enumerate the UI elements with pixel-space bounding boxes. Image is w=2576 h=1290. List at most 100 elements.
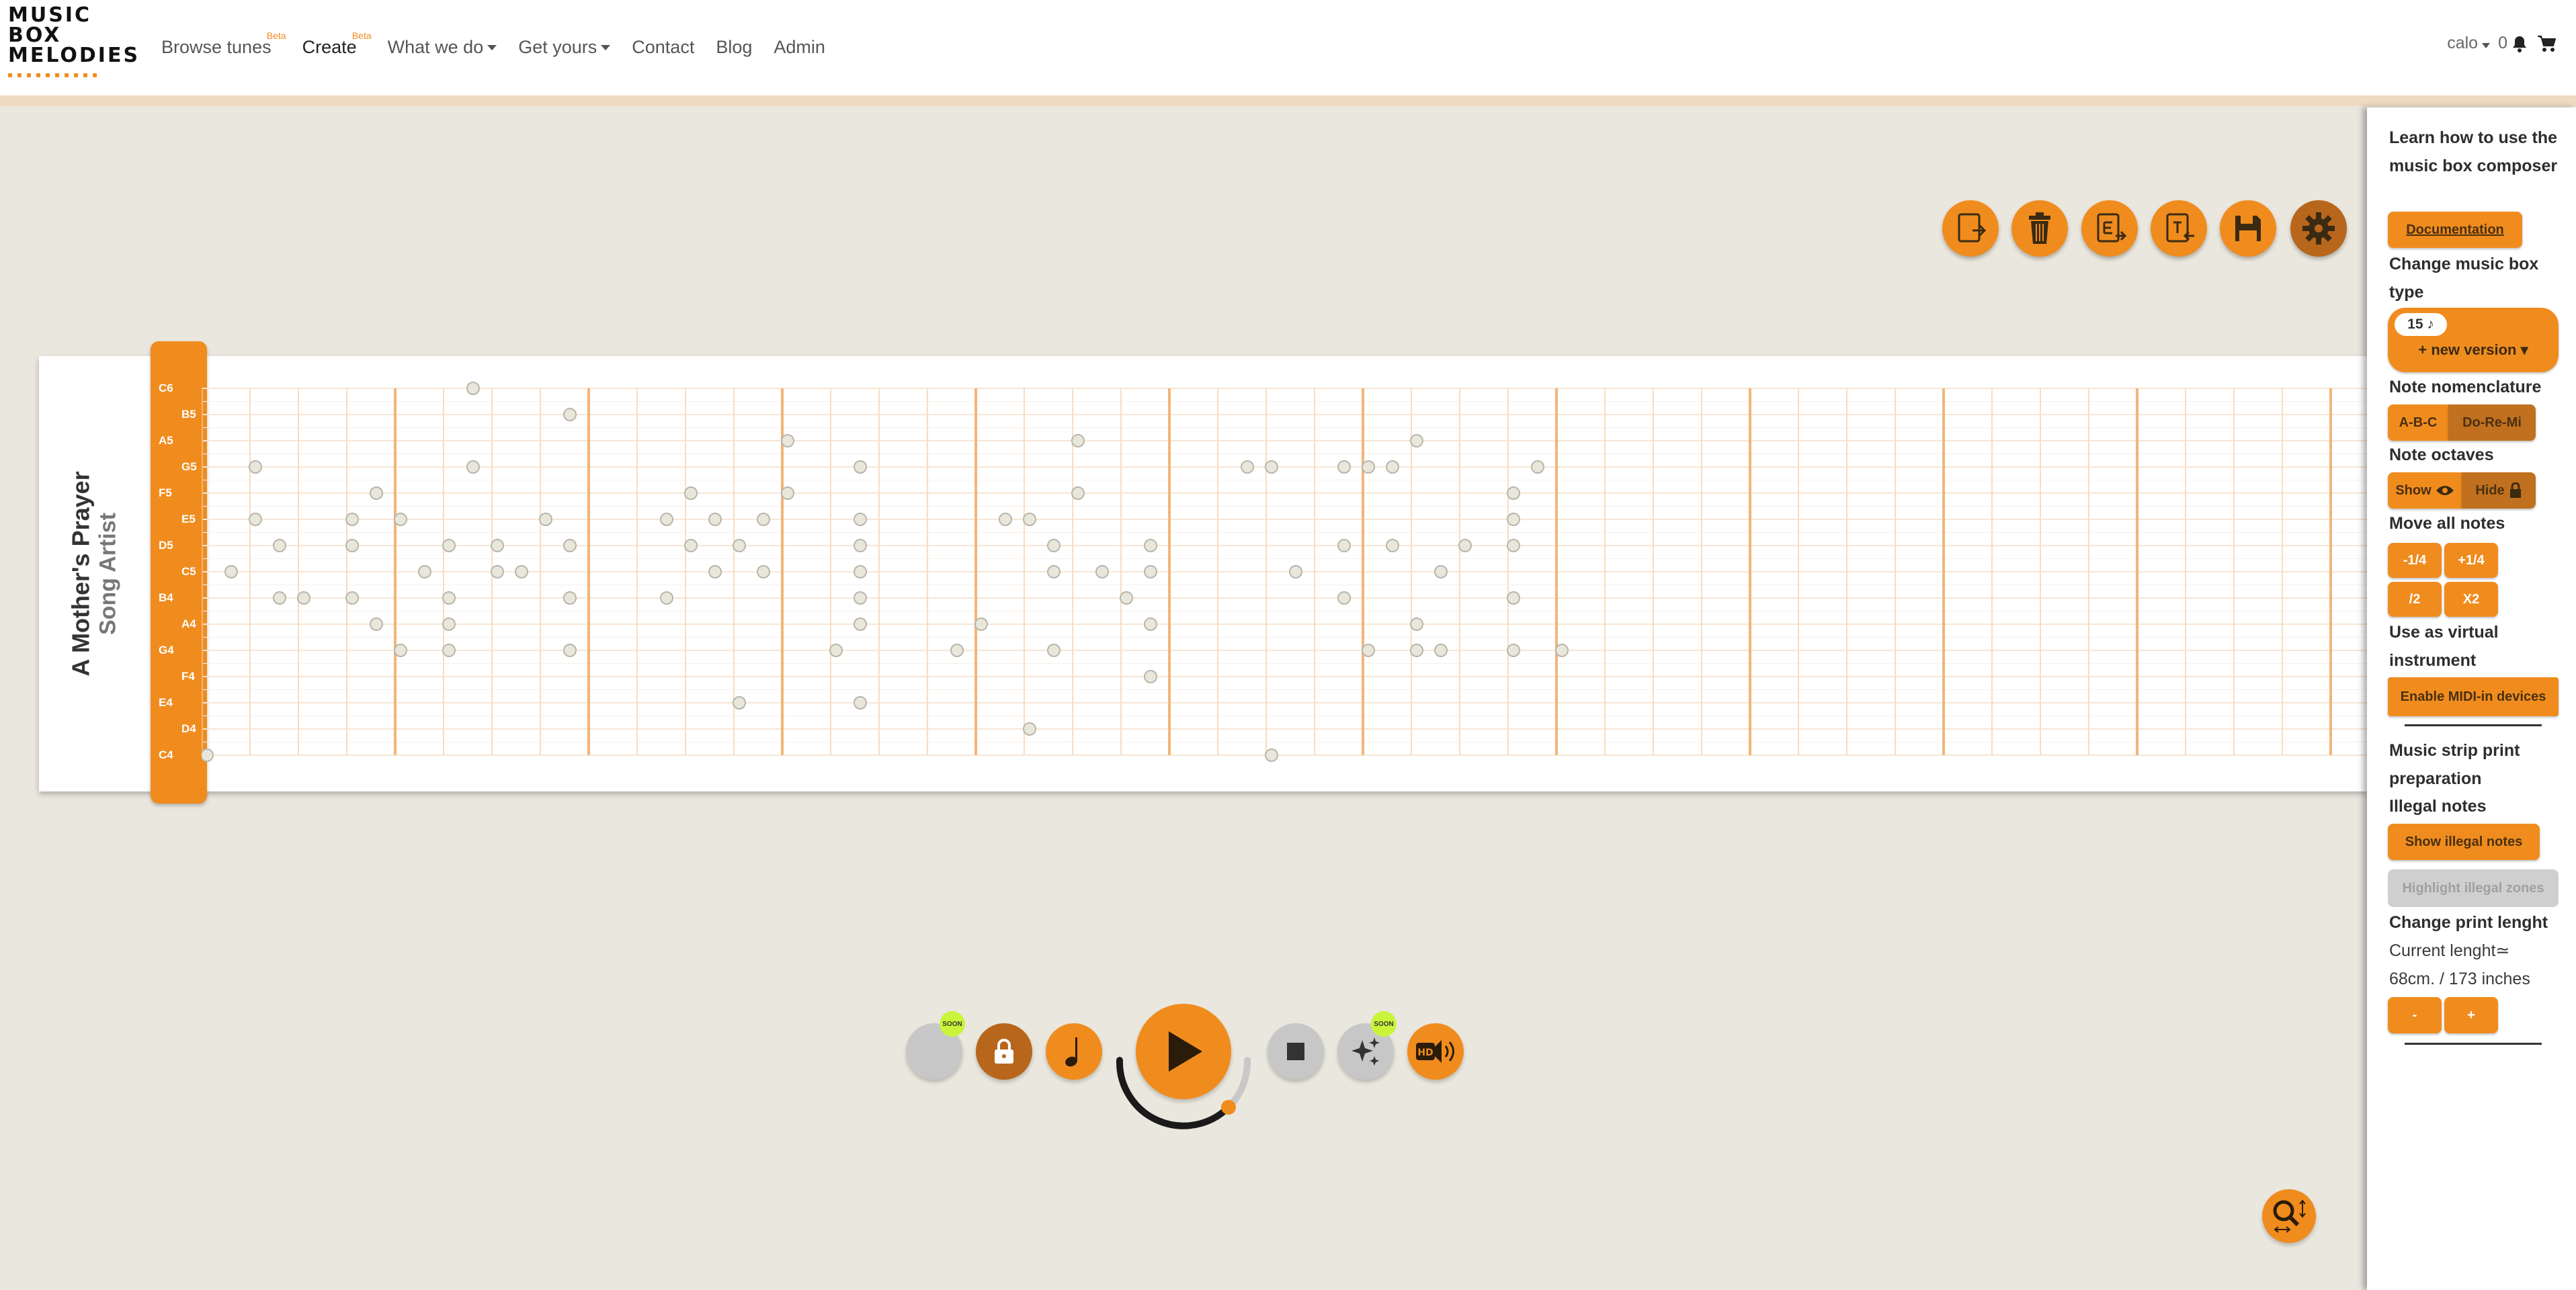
new-version-label[interactable]: + new version ▾ [2388,341,2559,359]
highlight-illegal-zones-button[interactable]: Highlight illegal zones [2388,869,2559,907]
note-dot[interactable] [442,539,456,552]
note-dot[interactable] [854,460,867,474]
note-dot[interactable] [854,617,867,631]
doremi-button[interactable]: Do-Re-Mi [2448,404,2536,441]
note-dot[interactable] [370,486,383,500]
note-dot[interactable] [1120,591,1133,605]
note-dot[interactable] [660,513,673,526]
nav-what-we-do[interactable]: What we do [388,37,497,58]
note-dot[interactable] [781,434,794,447]
note-dot[interactable] [854,539,867,552]
note-dot[interactable] [757,565,770,578]
note-dot[interactable] [1023,722,1036,736]
note-dot[interactable] [660,591,673,605]
note-dot[interactable] [1071,486,1085,500]
play-button[interactable] [1136,1004,1231,1099]
shift-plus-quarter-button[interactable]: +1/4 [2444,543,2498,578]
note-dot[interactable] [224,565,238,578]
note-dot[interactable] [466,382,480,395]
note-dot[interactable] [370,617,383,631]
note-dot[interactable] [1410,434,1423,447]
note-dot[interactable] [854,591,867,605]
note-dot[interactable] [1241,460,1254,474]
note-dot[interactable] [684,486,698,500]
note-dot[interactable] [1144,617,1157,631]
note-dot[interactable] [1265,748,1278,762]
note-dot[interactable] [345,539,359,552]
note-dot[interactable] [854,696,867,710]
note-dot[interactable] [1047,565,1061,578]
note-dot[interactable] [684,539,698,552]
note-dot[interactable] [1071,434,1085,447]
note-dot[interactable] [563,408,577,421]
save-button[interactable] [2220,200,2276,257]
stop-button[interactable] [1268,1023,1324,1080]
note-dot[interactable] [1047,644,1061,657]
note-dot[interactable] [345,513,359,526]
note-dot[interactable] [539,513,552,526]
note-dot[interactable] [345,591,359,605]
note-dot[interactable] [491,565,504,578]
note-dot[interactable] [394,644,407,657]
abc-button[interactable]: A-B-C [2388,404,2448,441]
note-dot[interactable] [442,617,456,631]
note-dot[interactable] [1144,539,1157,552]
show-octaves-button[interactable]: Show [2388,472,2462,509]
note-length-button[interactable] [1046,1023,1102,1080]
cart-icon[interactable] [2537,35,2556,52]
note-dot[interactable] [854,513,867,526]
note-dot[interactable] [202,748,214,762]
show-illegal-notes-button[interactable]: Show illegal notes [2388,824,2540,860]
note-dot[interactable] [1434,644,1448,657]
nav-get-yours[interactable]: Get yours [518,37,611,58]
note-dot[interactable] [1362,460,1375,474]
box-type-selector[interactable]: 15 ♪ + new version ▾ [2388,308,2559,372]
double-button[interactable]: X2 [2444,582,2498,617]
note-dot[interactable] [1095,565,1109,578]
note-dot[interactable] [950,644,964,657]
note-dot[interactable] [829,644,843,657]
note-dot[interactable] [708,565,722,578]
note-dot[interactable] [563,539,577,552]
note-dot[interactable] [1144,670,1157,683]
note-dot[interactable] [394,513,407,526]
note-dot[interactable] [1265,460,1278,474]
import-button[interactable] [2151,200,2207,257]
note-dot[interactable] [854,565,867,578]
lock-button[interactable] [976,1023,1032,1080]
midi-button[interactable]: Enable MIDI-in devices [2388,677,2559,716]
export-button[interactable] [2081,200,2138,257]
load-button[interactable] [1942,200,1999,257]
note-dot[interactable] [1289,565,1302,578]
zoom-button[interactable] [2262,1189,2316,1243]
note-dot[interactable] [1555,644,1569,657]
note-dot[interactable] [563,644,577,657]
note-dot[interactable] [1410,644,1423,657]
note-dot[interactable] [1337,539,1351,552]
note-dot[interactable] [442,591,456,605]
note-dot[interactable] [1434,565,1448,578]
hide-octaves-button[interactable]: Hide [2462,472,2536,509]
note-dot[interactable] [249,513,262,526]
increase-length-button[interactable]: + [2444,997,2498,1033]
note-dot[interactable] [1507,486,1520,500]
note-dot[interactable] [249,460,262,474]
note-dot[interactable] [1410,617,1423,631]
note-dot[interactable] [491,539,504,552]
note-grid[interactable] [202,376,2367,766]
hd-sound-button[interactable]: HD [1407,1023,1464,1080]
nav-blog[interactable]: Blog [716,37,752,58]
note-dot[interactable] [1337,591,1351,605]
user-menu[interactable]: calo [2447,34,2498,53]
note-dot[interactable] [297,591,310,605]
song-artist[interactable]: Song Artist [95,471,122,676]
note-dot[interactable] [1362,644,1375,657]
note-dot[interactable] [1023,513,1036,526]
note-dot[interactable] [974,617,988,631]
note-dot[interactable] [1531,460,1544,474]
note-dot[interactable] [733,696,746,710]
nav-browse-tunes[interactable]: Browse tunes Beta [161,30,286,58]
note-dot[interactable] [1386,539,1399,552]
shift-minus-quarter-button[interactable]: -1/4 [2388,543,2442,578]
nav-admin[interactable]: Admin [774,37,825,58]
